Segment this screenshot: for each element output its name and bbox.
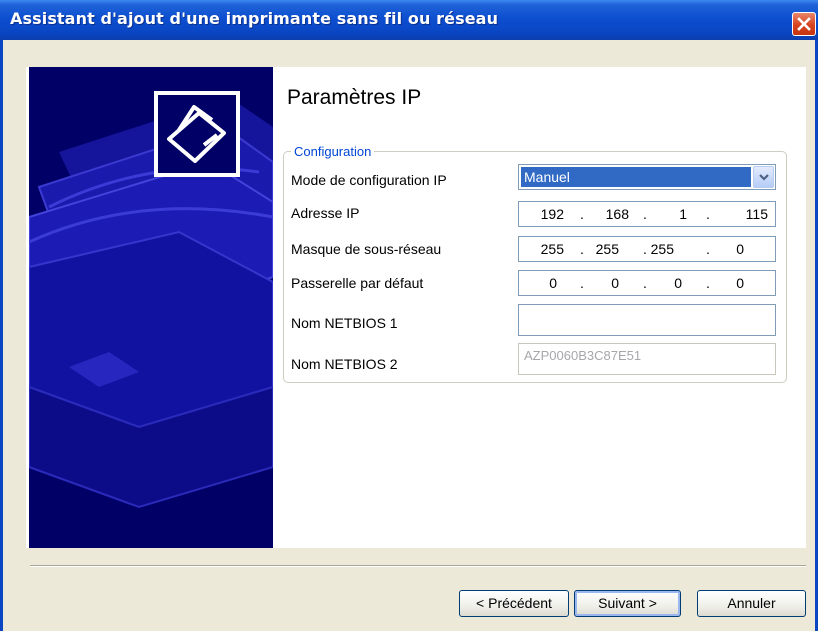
ip-octet-3: 1 xyxy=(679,206,687,222)
ip-address-input[interactable]: 192 . 168 . 1 . 115 xyxy=(518,201,776,227)
ip-address-label: Adresse IP xyxy=(291,205,360,221)
ip-mode-select[interactable]: Manuel xyxy=(518,164,776,190)
subnet-mask-label: Masque de sous-réseau xyxy=(291,241,442,257)
gateway-label: Passerelle par défaut xyxy=(291,275,424,291)
window-title: Assistant d'ajout d'une imprimante sans … xyxy=(10,9,499,28)
netbios1-label: Nom NETBIOS 1 xyxy=(291,315,398,331)
window-border-left xyxy=(0,40,3,631)
gw-octet-3: 0 xyxy=(674,275,682,291)
mask-octet-2: 255 xyxy=(595,241,619,257)
close-button[interactable] xyxy=(792,12,816,36)
mask-octet-3: 255 xyxy=(650,241,674,257)
mask-octet-4: 0 xyxy=(736,241,744,257)
cancel-button[interactable]: Annuler xyxy=(697,590,806,617)
ip-mode-label: Mode de configuration IP xyxy=(291,172,447,188)
printer-illustration xyxy=(29,67,273,548)
ip-dot: . xyxy=(706,206,710,222)
gw-octet-2: 0 xyxy=(611,275,619,291)
ip-mode-value: Manuel xyxy=(521,167,751,187)
ip-octet-2: 168 xyxy=(605,206,629,222)
gw-octet-1: 0 xyxy=(549,275,557,291)
title-bar[interactable]: Assistant d'ajout d'une imprimante sans … xyxy=(0,0,818,40)
close-icon xyxy=(797,17,811,31)
dropdown-button[interactable] xyxy=(753,166,774,188)
subnet-mask-input[interactable]: 255 . 255 . 255 . 0 xyxy=(518,236,776,262)
next-button[interactable]: Suivant > xyxy=(574,590,681,617)
group-legend: Configuration xyxy=(291,144,375,159)
page-title: Paramètres IP xyxy=(287,86,422,109)
ip-octet-4: 115 xyxy=(745,206,768,222)
netbios2-label: Nom NETBIOS 2 xyxy=(291,356,398,372)
netbios2-value: AZP0060B3C87E51 xyxy=(524,348,642,363)
gateway-input[interactable]: 0 . 0 . 0 . 0 xyxy=(518,270,776,296)
netbios1-input[interactable] xyxy=(518,304,776,336)
gw-octet-4: 0 xyxy=(736,275,744,291)
ip-octet-1: 192 xyxy=(540,206,564,222)
mask-octet-1: 255 xyxy=(540,241,564,257)
ip-dot: . xyxy=(580,206,584,222)
chevron-down-icon xyxy=(759,174,769,181)
netbios2-input: AZP0060B3C87E51 xyxy=(518,343,776,375)
wizard-banner xyxy=(29,67,273,548)
back-button[interactable]: < Précédent xyxy=(459,590,569,617)
separator-highlight xyxy=(30,566,806,567)
